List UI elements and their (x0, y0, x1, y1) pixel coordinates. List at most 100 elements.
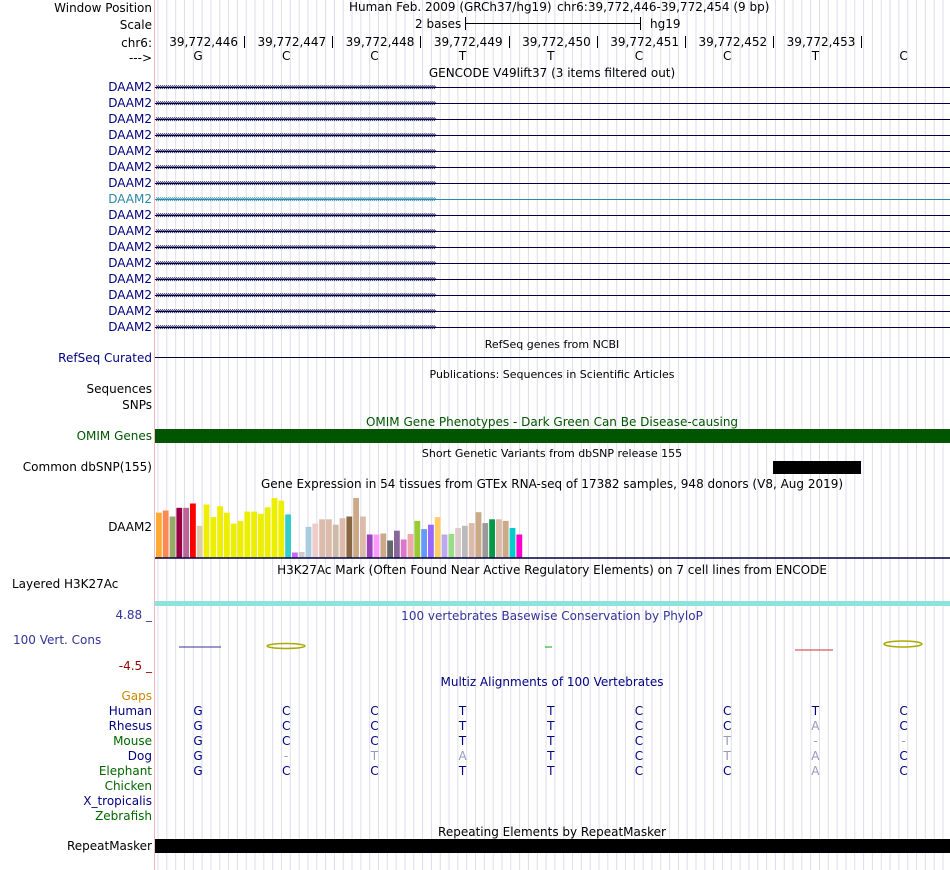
gtex-tissue-bar[interactable] (353, 498, 359, 558)
gtex-tissue-bar[interactable] (496, 519, 502, 558)
gtex-tissue-bar[interactable] (224, 512, 230, 558)
gtex-tissue-bar[interactable] (346, 516, 353, 559)
gencode-gene-label[interactable]: DAAM2 (108, 256, 152, 270)
gtex-tissue-bar[interactable] (298, 552, 305, 558)
dbsnp-track-label[interactable]: Common dbSNP(155) (23, 460, 152, 474)
gtex-tissue-bar[interactable] (332, 524, 339, 558)
gtex-tissue-bar[interactable] (264, 507, 271, 558)
repeatmasker-track-label[interactable]: RepeatMasker (67, 839, 152, 853)
gtex-tissue-bar[interactable] (516, 534, 523, 559)
gtex-tissue-bar[interactable] (312, 523, 319, 558)
h3k27ac-track-label[interactable]: Layered H3K27Ac (12, 577, 118, 591)
gtex-tissue-bar[interactable] (326, 519, 332, 558)
gencode-transcript[interactable]: ››››››››››››››››››››››››››››››››››››››››… (155, 130, 950, 141)
gencode-transcript[interactable]: ››››››››››››››››››››››››››››››››››››››››… (155, 274, 950, 285)
gtex-tissue-bar[interactable] (237, 520, 244, 558)
species-label[interactable]: Zebrafish (95, 809, 152, 823)
gtex-tissue-bar[interactable] (203, 504, 210, 559)
gtex-tissue-bar[interactable] (319, 519, 325, 558)
omim-gene-bar[interactable] (155, 429, 950, 443)
publications-sequences-label[interactable]: Sequences (87, 382, 152, 396)
gtex-tissue-bar[interactable] (489, 519, 495, 558)
gtex-tissue-bar[interactable] (169, 516, 176, 559)
omim-track-label[interactable]: OMIM Genes (77, 429, 152, 443)
gtex-tissue-bar[interactable] (366, 534, 373, 559)
gtex-tissue-bar[interactable] (230, 523, 237, 558)
gencode-gene-label[interactable]: DAAM2 (108, 96, 152, 110)
gtex-tissue-bar[interactable] (196, 525, 203, 558)
species-label[interactable]: Chicken (105, 779, 152, 793)
gtex-tissue-bar[interactable] (400, 539, 407, 559)
gtex-tissue-bar[interactable] (251, 511, 257, 558)
species-label[interactable]: Human (109, 704, 152, 718)
track-image-area[interactable]: Human Feb. 2009 (GRCh37/hg19) chr6:39,77… (155, 0, 950, 870)
gtex-tissue-bar[interactable] (387, 540, 393, 559)
gencode-transcript[interactable]: ››››››››››››››››››››››››››››››››››››››››… (155, 114, 950, 125)
repeatmasker-element-bar[interactable] (155, 839, 950, 853)
gtex-tissue-bar[interactable] (380, 533, 387, 559)
gtex-tissue-bar[interactable] (156, 512, 162, 558)
gtex-tissue-bar[interactable] (305, 526, 312, 558)
gtex-track-label[interactable]: DAAM2 (108, 520, 152, 534)
gtex-tissue-bar[interactable] (394, 530, 400, 558)
h3k27ac-signal-bar[interactable] (155, 601, 950, 606)
species-label[interactable]: X_tropicalis (83, 794, 152, 808)
species-label[interactable]: Rhesus (109, 719, 152, 733)
gencode-gene-label[interactable]: DAAM2 (108, 320, 152, 334)
gtex-tissue-bar[interactable] (258, 513, 264, 558)
gencode-gene-label[interactable]: DAAM2 (108, 144, 152, 158)
species-label[interactable]: Elephant (99, 764, 152, 778)
gtex-tissue-bar[interactable] (509, 528, 516, 558)
gtex-tissue-bar[interactable] (183, 507, 189, 558)
gtex-tissue-bar[interactable] (373, 534, 380, 559)
gtex-tissue-bar[interactable] (360, 516, 366, 559)
gencode-transcript[interactable]: ››››››››››››››››››››››››››››››››››››››››… (155, 322, 950, 333)
gtex-tissue-bar[interactable] (448, 534, 455, 558)
gtex-tissue-bar[interactable] (434, 517, 441, 558)
gtex-tissue-bar[interactable] (176, 507, 183, 558)
gtex-tissue-bar[interactable] (421, 529, 427, 558)
gencode-gene-label[interactable]: DAAM2 (108, 240, 152, 254)
gencode-gene-label[interactable]: DAAM2 (108, 160, 152, 174)
gencode-transcript[interactable]: ››››››››››››››››››››››››››››››››››››››››… (155, 146, 950, 157)
gtex-tissue-bar[interactable] (455, 528, 461, 558)
gencode-transcript[interactable]: ››››››››››››››››››››››››››››››››››››››››… (155, 162, 950, 173)
gencode-gene-label[interactable]: DAAM2 (108, 224, 152, 238)
gtex-tissue-bar[interactable] (217, 506, 223, 558)
gtex-tissue-bar[interactable] (468, 523, 475, 558)
gencode-gene-label[interactable]: DAAM2 (108, 304, 152, 318)
gencode-transcript[interactable]: ››››››››››››››››››››››››››››››››››››››››… (155, 226, 950, 237)
gtex-tissue-bar[interactable] (244, 511, 251, 558)
cons-signal[interactable] (155, 630, 950, 660)
gencode-gene-label[interactable]: DAAM2 (108, 112, 152, 126)
gtex-tissue-bar[interactable] (210, 517, 217, 558)
gencode-transcript[interactable]: ››››››››››››››››››››››››››››››››››››››››… (155, 290, 950, 301)
gtex-expression-chart[interactable] (155, 490, 950, 560)
gtex-tissue-bar[interactable] (428, 524, 434, 558)
gencode-transcript[interactable]: ››››››››››››››››››››››››››››››››››››››››… (155, 258, 950, 269)
refseq-gene-line[interactable] (155, 357, 950, 358)
gtex-tissue-bar[interactable] (502, 520, 509, 558)
gencode-transcript[interactable]: ››››››››››››››››››››››››››››››››››››››››… (155, 98, 950, 109)
gencode-transcript[interactable]: ››››››››››››››››››››››››››››››››››››››››… (155, 178, 950, 189)
gtex-tissue-bar[interactable] (271, 498, 278, 558)
gtex-tissue-bar[interactable] (462, 525, 468, 558)
gtex-tissue-bar[interactable] (339, 518, 346, 558)
gencode-transcript[interactable]: ››››››››››››››››››››››››››››››››››››››››… (155, 82, 950, 93)
gencode-transcript[interactable]: ››››››››››››››››››››››››››››››››››››››››… (155, 194, 950, 205)
gtex-tissue-bar[interactable] (285, 514, 291, 558)
gtex-tissue-bar[interactable] (441, 534, 448, 559)
dbsnp-variant[interactable] (773, 461, 861, 474)
species-label[interactable]: Mouse (113, 734, 152, 748)
gencode-gene-label[interactable]: DAAM2 (108, 272, 152, 286)
gencode-gene-label[interactable]: DAAM2 (108, 128, 152, 142)
refseq-track-label[interactable]: RefSeq Curated (58, 351, 152, 365)
gencode-gene-label[interactable]: DAAM2 (108, 80, 152, 94)
cons-track-label[interactable]: 100 Vert. Cons (13, 633, 101, 647)
gencode-gene-label[interactable]: DAAM2 (108, 208, 152, 222)
gtex-tissue-bar[interactable] (482, 523, 489, 558)
gtex-tissue-bar[interactable] (475, 512, 482, 558)
gencode-gene-label[interactable]: DAAM2 (108, 192, 152, 206)
gencode-transcript[interactable]: ››››››››››››››››››››››››››››››››››››››››… (155, 242, 950, 253)
gencode-gene-label[interactable]: DAAM2 (108, 176, 152, 190)
